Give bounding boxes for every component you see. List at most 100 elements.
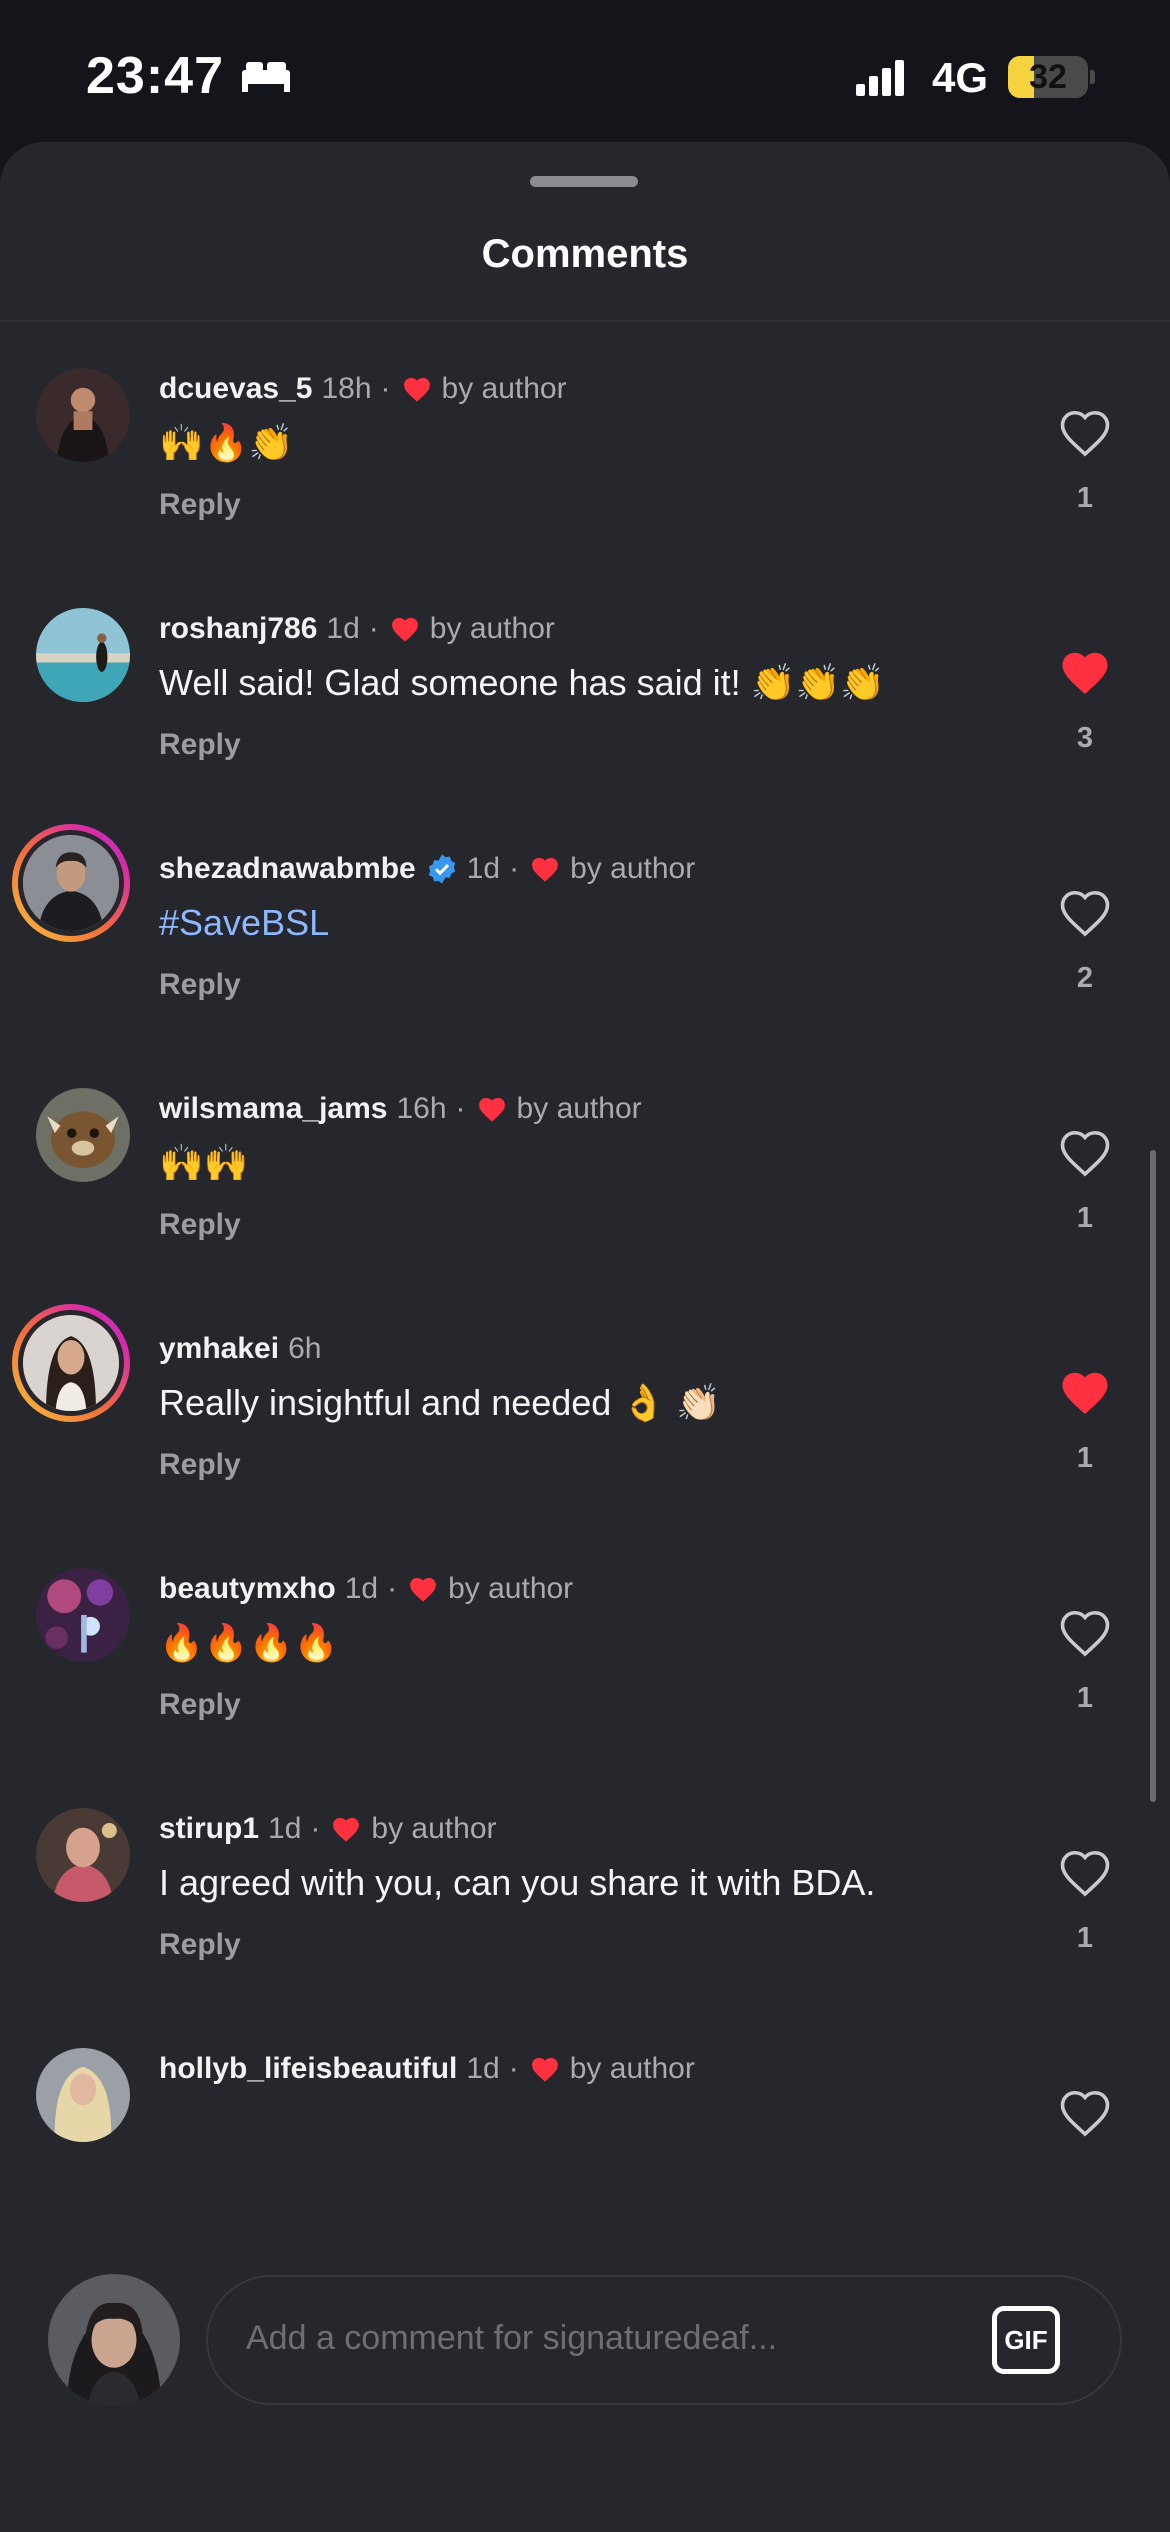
reply-button[interactable]: Reply	[159, 488, 241, 522]
comment-time: 6h	[288, 1332, 322, 1365]
comment-username[interactable]: shezadnawabmbe	[159, 852, 416, 886]
comment-item: ymhakei 6h Really insightful and needed …	[0, 1282, 1170, 1522]
meta-separator: ·	[509, 852, 520, 885]
like-heart-icon[interactable]	[1055, 646, 1115, 700]
gif-button[interactable]: GIF	[992, 2306, 1060, 2374]
like-count: 1	[1076, 482, 1094, 514]
comment-item: stirup1 1d · by author I agreed with you,…	[0, 1762, 1170, 2002]
comment-username[interactable]: stirup1	[159, 1812, 259, 1846]
bed-icon	[242, 62, 290, 92]
comment-input[interactable]: Add a comment for signaturedeaf... GIF	[206, 2275, 1122, 2405]
like-heart-icon[interactable]	[1055, 1366, 1115, 1420]
comment-item: wilsmama_jams 16h · by author 🙌🙌 Reply 1	[0, 1042, 1170, 1282]
like-heart-icon[interactable]	[1055, 406, 1115, 460]
comment-text: 🔥🔥🔥🔥	[159, 1622, 339, 1663]
like-count: 1	[1076, 1682, 1094, 1714]
comment-item: shezadnawabmbe 1d · by author #SaveBSL Rep…	[0, 802, 1170, 1042]
avatar[interactable]	[36, 608, 130, 702]
like-heart-icon[interactable]	[1055, 886, 1115, 940]
comment-item: roshanj786 1d · by author Well said! Glad…	[0, 562, 1170, 802]
like-count: 1	[1076, 1922, 1094, 1954]
liked-by-author-label: by author	[569, 2052, 695, 2085]
network-label: 4G	[932, 54, 989, 101]
avatar[interactable]	[36, 1568, 130, 1662]
reply-button[interactable]: Reply	[159, 968, 241, 1002]
comment-text: #SaveBSL	[159, 902, 330, 943]
like-heart-icon[interactable]	[1055, 1606, 1115, 1660]
liked-by-author-label: by author	[371, 1812, 497, 1845]
comment-item: hollyb_lifeisbeautiful 1d · by author	[0, 2002, 1170, 2240]
like-heart-icon[interactable]	[1055, 2086, 1115, 2140]
comment-time: 1d	[466, 852, 501, 885]
comment-username[interactable]: ymhakei	[159, 1332, 279, 1366]
liked-by-author-label: by author	[441, 372, 567, 405]
meta-separator: ·	[508, 2052, 519, 2085]
author-liked-heart-icon	[391, 617, 418, 642]
comment-text: 🙌🙌	[159, 1142, 249, 1183]
comment-username[interactable]: roshanj786	[159, 612, 317, 646]
meta-separator: ·	[310, 1812, 321, 1845]
battery-level: 32	[1029, 58, 1067, 96]
avatar[interactable]	[36, 368, 130, 462]
comment-input-placeholder: Add a comment for signaturedeaf...	[246, 2319, 778, 2357]
like-count: 1	[1076, 1442, 1094, 1474]
comment-header: ymhakei 6h	[159, 1332, 321, 1366]
avatar[interactable]	[36, 1808, 130, 1902]
verified-badge-icon	[428, 854, 455, 884]
comment-time: 16h	[396, 1092, 447, 1125]
liked-by-author-label: by author	[570, 852, 696, 885]
meta-separator: ·	[387, 1572, 398, 1605]
comment-username[interactable]: beautymxho	[159, 1572, 336, 1606]
avatar-story-ring[interactable]	[12, 824, 130, 942]
author-liked-heart-icon	[410, 1577, 437, 1602]
comment-text: Well said! Glad someone has said it! 👏👏👏	[159, 662, 886, 703]
author-liked-heart-icon	[403, 377, 430, 402]
like-count: 2	[1076, 962, 1094, 994]
current-user-avatar	[48, 2274, 180, 2406]
author-liked-heart-icon	[333, 1817, 360, 1842]
avatar[interactable]	[36, 1088, 130, 1182]
comment-text: Really insightful and needed 👌 👏🏻	[159, 1382, 721, 1423]
reply-button[interactable]: Reply	[159, 1208, 241, 1242]
reply-button[interactable]: Reply	[159, 1688, 241, 1722]
reply-button[interactable]: Reply	[159, 728, 241, 762]
status-bar: 23:47 4G 32	[0, 0, 1170, 150]
meta-separator: ·	[455, 1092, 466, 1125]
meta-separator: ·	[368, 612, 379, 645]
comment-header: stirup1 1d · by author	[159, 1812, 497, 1846]
comment-time: 1d	[344, 1572, 379, 1605]
comment-time: 1d	[326, 612, 360, 645]
comment-header: hollyb_lifeisbeautiful 1d · by author	[159, 2052, 695, 2086]
comments-sheet: Comments dcuevas_5 18h · by author 🙌🔥👏 Rep…	[0, 142, 1170, 2532]
liked-by-author-label: by author	[448, 1572, 574, 1605]
comment-header: roshanj786 1d · by author	[159, 612, 555, 646]
reply-button[interactable]: Reply	[159, 1928, 241, 1962]
comment-username[interactable]: wilsmama_jams	[159, 1092, 387, 1126]
author-liked-heart-icon	[478, 1097, 505, 1122]
avatar[interactable]	[36, 2048, 130, 2142]
comment-time: 1d	[466, 2052, 500, 2085]
comment-text: I agreed with you, can you share it with…	[159, 1862, 876, 1903]
comment-time: 18h	[321, 372, 372, 405]
like-heart-icon[interactable]	[1055, 1126, 1115, 1180]
reply-button[interactable]: Reply	[159, 1448, 241, 1482]
like-heart-icon[interactable]	[1055, 1846, 1115, 1900]
signal-icon	[856, 60, 904, 96]
meta-separator: ·	[380, 372, 391, 405]
author-liked-heart-icon	[531, 2057, 558, 2082]
comment-username[interactable]: dcuevas_5	[159, 372, 312, 406]
comment-list[interactable]: dcuevas_5 18h · by author 🙌🔥👏 Reply 1 rosha…	[0, 322, 1170, 2240]
comment-text: 🙌🔥👏	[159, 422, 294, 463]
comment-username[interactable]: hollyb_lifeisbeautiful	[159, 2052, 457, 2086]
sheet-grabber-handle[interactable]	[530, 176, 638, 187]
author-liked-heart-icon	[532, 857, 559, 882]
avatar-story-ring[interactable]	[12, 1304, 130, 1422]
like-count: 1	[1076, 1202, 1094, 1234]
status-time: 23:47	[86, 47, 224, 105]
comment-header: beautymxho 1d · by author	[159, 1572, 573, 1606]
liked-by-author-label: by author	[429, 612, 555, 645]
liked-by-author-label: by author	[516, 1092, 642, 1125]
compose-bar: Add a comment for signaturedeaf... GIF	[0, 2230, 1170, 2532]
battery-icon: 32	[1008, 56, 1088, 98]
scrollbar[interactable]	[1150, 1150, 1156, 1802]
